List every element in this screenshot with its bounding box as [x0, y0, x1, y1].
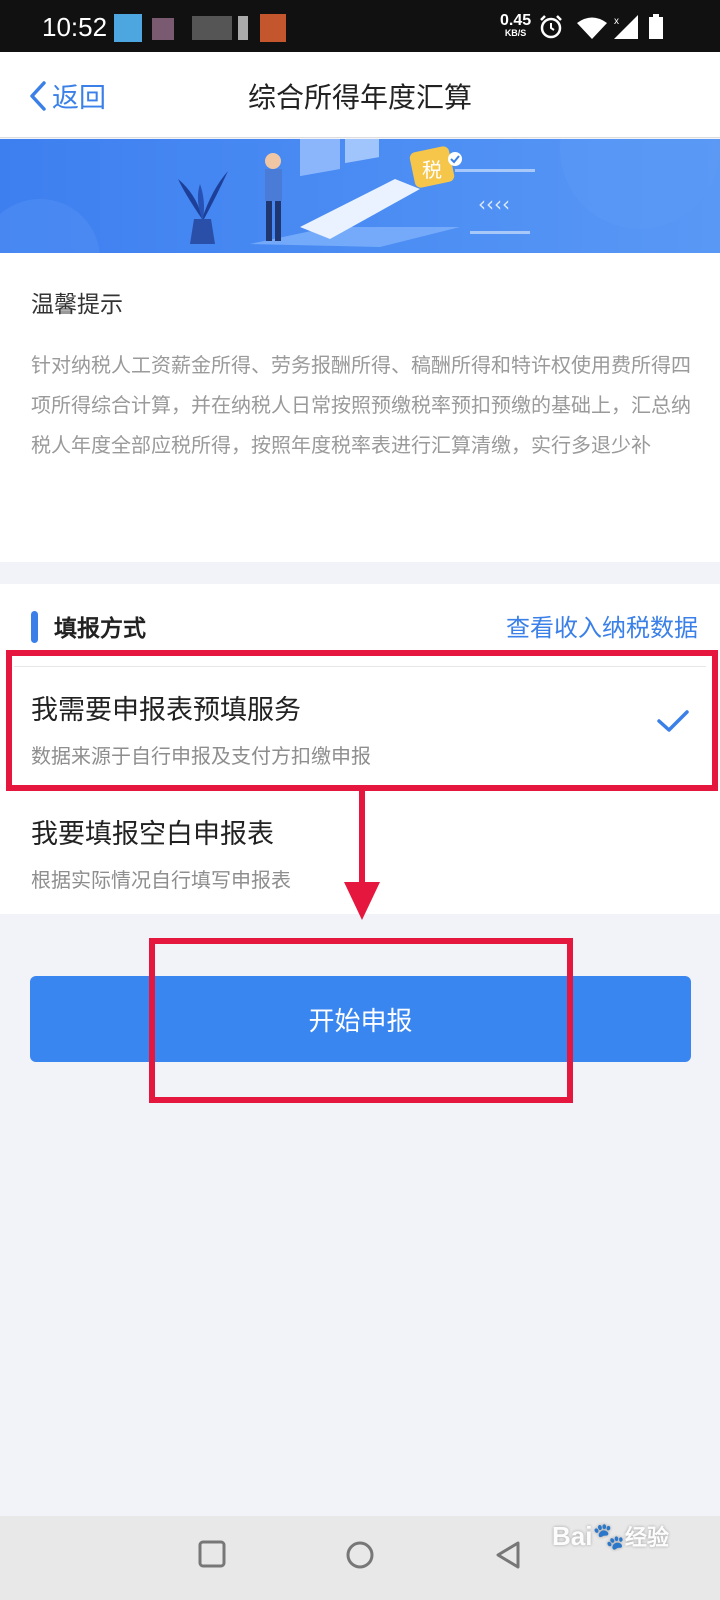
status-time: 10:52	[42, 12, 108, 42]
tax-badge-text: 税	[422, 158, 442, 182]
tips-section: 温馨提示 针对纳税人工资薪金所得、劳务报酬所得、稿酬所得和特许权使用费所得四项所…	[0, 253, 720, 562]
annotation-arrow	[344, 786, 380, 920]
watermark-cn: 经验	[624, 1525, 669, 1550]
signal-icon: x	[612, 14, 640, 44]
network-speed-unit: KB/S	[504, 28, 527, 38]
network-speed-value: 0.45	[500, 12, 532, 29]
section-title: 填报方式	[54, 616, 146, 642]
home-button[interactable]	[345, 1540, 375, 1574]
status-bar: 10:52 0.45 KB/S x	[0, 0, 720, 52]
battery-icon	[648, 14, 664, 44]
wifi-icon	[576, 16, 608, 44]
section-accent-bar	[31, 611, 38, 643]
svg-text:‹‹‹‹: ‹‹‹‹	[478, 192, 510, 216]
page-title: 综合所得年度汇算	[247, 81, 472, 114]
tips-body: 针对纳税人工资薪金所得、劳务报酬所得、稿酬所得和特许权使用费所得四项所得综合计算…	[31, 353, 691, 457]
tips-title: 温馨提示	[31, 292, 123, 318]
annotation-highlight-button	[149, 938, 573, 1103]
watermark-latin: Bai	[552, 1521, 593, 1551]
app-header: 返回 综合所得年度汇算	[0, 52, 720, 138]
option-subtitle: 根据实际情况自行填写申报表	[31, 868, 291, 892]
paw-icon: 🐾	[592, 1521, 625, 1551]
svg-text:x: x	[614, 16, 619, 27]
baidu-jingyan-watermark: Bai🐾经验	[552, 1520, 669, 1552]
banner-illustration: 税 ‹‹‹‹	[0, 139, 720, 253]
option-title: 我要填报空白申报表	[31, 819, 274, 850]
alarm-icon	[538, 14, 564, 44]
annotation-highlight-option	[6, 650, 718, 791]
back-nav-button[interactable]	[494, 1540, 522, 1574]
blurred-notification-icons	[112, 14, 292, 42]
tax-illustration: 税 ‹‹‹‹	[0, 139, 720, 253]
view-income-tax-data-link[interactable]: 查看收入纳税数据	[506, 608, 698, 643]
recent-apps-button[interactable]	[198, 1540, 226, 1572]
network-speed: 0.45 KB/S	[500, 13, 531, 38]
